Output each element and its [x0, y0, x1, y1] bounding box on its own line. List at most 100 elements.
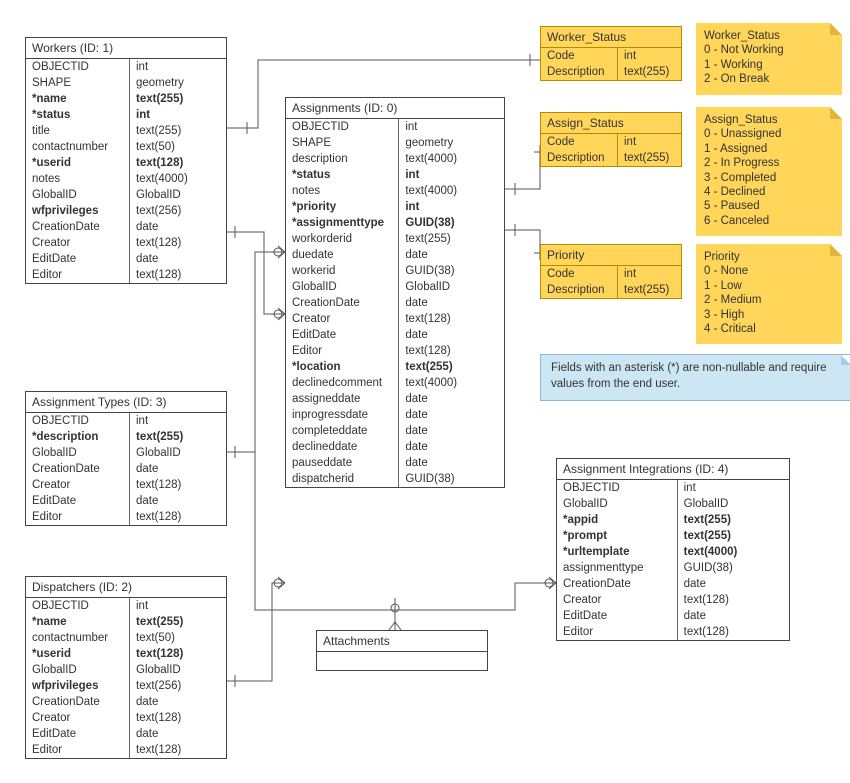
field-name: GlobalID: [26, 445, 130, 461]
field-name: OBJECTID: [26, 413, 130, 429]
field-name: CreationDate: [557, 576, 678, 592]
field-type: text(255): [130, 91, 226, 107]
note-line: 2 - In Progress: [704, 156, 834, 170]
table-row: CreationDatedate: [26, 694, 226, 710]
field-type: geometry: [399, 135, 504, 151]
field-type: int: [130, 59, 226, 75]
field-type: date: [130, 694, 226, 710]
table-row: contactnumbertext(50): [26, 139, 226, 155]
entity-assignment-types: Assignment Types (ID: 3) OBJECTIDint*des…: [25, 391, 227, 526]
table-row: assigneddatedate: [286, 391, 504, 407]
field-type: date: [130, 726, 226, 742]
field-type: date: [399, 439, 504, 455]
field-name: CreationDate: [26, 694, 130, 710]
field-type: int: [618, 48, 681, 64]
field-name: *urltemplate: [557, 544, 678, 560]
entity-assignment-types-rows: OBJECTIDint*descriptiontext(255)GlobalID…: [26, 413, 226, 525]
field-name: title: [26, 123, 130, 139]
note-priority: Priority0 - None1 - Low2 - Medium3 - Hig…: [696, 244, 842, 344]
field-name: assigneddate: [286, 391, 399, 407]
table-row: workeridGUID(38): [286, 263, 504, 279]
field-type: text(255): [678, 512, 789, 528]
field-type: text(255): [399, 231, 504, 247]
lookup-worker-status-title: Worker_Status: [541, 27, 681, 48]
table-row: CreationDatedate: [557, 576, 789, 592]
field-name: *prompt: [557, 528, 678, 544]
table-row: CreationDatedate: [26, 219, 226, 235]
field-name: pauseddate: [286, 455, 399, 471]
note-worker-status: Worker_Status0 - Not Working1 - Working2…: [696, 23, 842, 95]
field-name: *status: [286, 167, 399, 183]
note-line: 2 - Medium: [704, 293, 834, 307]
field-type: text(4000): [130, 171, 226, 187]
field-name: Code: [541, 134, 618, 150]
field-name: wfprivileges: [26, 678, 130, 694]
field-name: Description: [541, 150, 618, 166]
table-row: Creatortext(128): [286, 311, 504, 327]
entity-assignment-integrations: Assignment Integrations (ID: 4) OBJECTID…: [556, 458, 790, 641]
field-type: text(128): [130, 477, 226, 493]
table-row: OBJECTIDint: [557, 480, 789, 496]
table-row: *urltemplatetext(4000): [557, 544, 789, 560]
field-name: CreationDate: [286, 295, 399, 311]
note-line: 5 - Paused: [704, 199, 834, 213]
info-note: Fields with an asterisk (*) are non-null…: [540, 354, 850, 401]
lookup-priority: Priority CodeintDescriptiontext(255): [540, 244, 682, 299]
lookup-priority-rows: CodeintDescriptiontext(255): [541, 266, 681, 298]
field-name: OBJECTID: [26, 59, 130, 75]
field-type: GlobalID: [130, 187, 226, 203]
table-row: OBJECTIDint: [26, 413, 226, 429]
table-row: *descriptiontext(255): [26, 429, 226, 445]
field-type: GlobalID: [130, 445, 226, 461]
table-row: CreationDatedate: [286, 295, 504, 311]
field-name: EditDate: [26, 493, 130, 509]
field-name: OBJECTID: [26, 598, 130, 614]
field-type: int: [678, 480, 789, 496]
lookup-assign-status-title: Assign_Status: [541, 113, 681, 134]
table-row: *priorityint: [286, 199, 504, 215]
field-type: int: [399, 167, 504, 183]
field-name: workorderid: [286, 231, 399, 247]
entity-dispatchers: Dispatchers (ID: 2) OBJECTIDint*nametext…: [25, 576, 227, 759]
field-type: date: [399, 247, 504, 263]
field-name: SHAPE: [26, 75, 130, 91]
field-type: text(255): [399, 359, 504, 375]
field-type: text(50): [130, 630, 226, 646]
field-name: OBJECTID: [286, 119, 399, 135]
field-name: Code: [541, 266, 618, 282]
entity-workers-rows: OBJECTIDintSHAPEgeometry*nametext(255)*s…: [26, 59, 226, 283]
field-type: GUID(38): [399, 215, 504, 231]
field-type: text(128): [399, 311, 504, 327]
field-type: int: [618, 266, 681, 282]
table-row: Creatortext(128): [557, 592, 789, 608]
table-row: declineddatedate: [286, 439, 504, 455]
field-type: date: [399, 391, 504, 407]
field-type: date: [399, 423, 504, 439]
table-row: *statusint: [286, 167, 504, 183]
table-row: contactnumbertext(50): [26, 630, 226, 646]
table-row: wfprivilegestext(256): [26, 203, 226, 219]
field-type: text(128): [678, 624, 789, 640]
field-type: int: [130, 107, 226, 123]
field-name: Creator: [26, 710, 130, 726]
entity-attachments: Attachments: [316, 630, 488, 671]
field-name: contactnumber: [26, 630, 130, 646]
lookup-worker-status-rows: CodeintDescriptiontext(255): [541, 48, 681, 80]
table-row: Editortext(128): [26, 509, 226, 525]
field-name: Editor: [26, 742, 130, 758]
table-row: EditDatedate: [286, 327, 504, 343]
entity-attachments-body: [317, 652, 487, 670]
note-line: 4 - Critical: [704, 322, 834, 336]
field-name: Editor: [26, 267, 130, 283]
field-type: date: [399, 455, 504, 471]
field-name: inprogressdate: [286, 407, 399, 423]
table-row: *appidtext(255): [557, 512, 789, 528]
table-row: notestext(4000): [286, 183, 504, 199]
table-row: workorderidtext(255): [286, 231, 504, 247]
field-name: Description: [541, 64, 618, 80]
field-type: GlobalID: [399, 279, 504, 295]
note-line: 3 - High: [704, 308, 834, 322]
table-row: *prompttext(255): [557, 528, 789, 544]
table-row: assignmenttypeGUID(38): [557, 560, 789, 576]
field-name: declineddate: [286, 439, 399, 455]
